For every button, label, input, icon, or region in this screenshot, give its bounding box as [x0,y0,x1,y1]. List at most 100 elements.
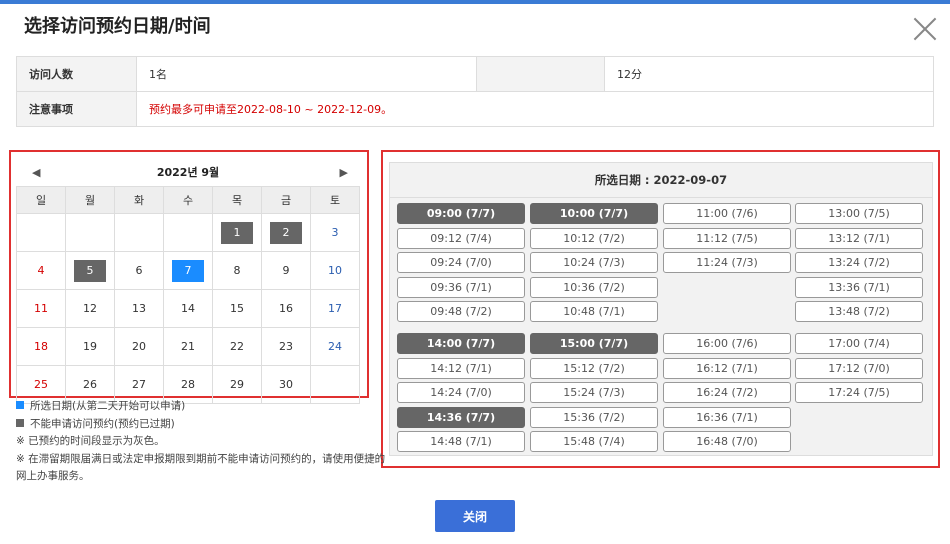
time-slot-button[interactable]: 11:24 (7/3) [663,252,791,274]
calendar-grid: 일월화수목금토 1 2 3 4 5 6 7 8 9 10 11 12 13 14 15 16 17 18 19 20 2… [16,186,360,404]
calendar-day[interactable]: 9 [261,251,311,290]
calendar-day-label: 19 [83,339,97,353]
calendar-header: ◀ 2022년 9월 ▶ [16,160,360,186]
legend-unavailable-text: 不能申请访问预约(预约已过期) [30,417,175,430]
prev-month-icon[interactable]: ◀ [32,160,40,186]
calendar-day-label: 27 [132,377,146,391]
calendar-day-label: 8 [233,263,241,277]
blue-square-icon [16,401,24,409]
calendar-day[interactable]: 12 [65,289,115,328]
calendar-day-label: 7 [172,259,204,282]
calendar-day-label: 3 [331,225,339,239]
time-slot-button[interactable]: 14:00 (7/7) [397,333,525,354]
time-slot-button[interactable]: 16:00 (7/6) [663,333,791,354]
calendar-day-label: 2 [270,221,302,244]
calendar-day[interactable]: 2 [261,213,311,252]
calendar-day-label: 22 [230,339,244,353]
legend-unavailable: 不能申请访问预约(预约已过期) [16,416,386,434]
calendar-empty-cell [163,213,213,252]
dialog-title: 选择访问预约日期/时间 [24,16,211,37]
time-slot-button[interactable]: 14:48 (7/1) [397,431,525,453]
time-slot-button[interactable]: 16:48 (7/0) [663,431,791,453]
calendar-day[interactable]: 22 [212,327,262,366]
time-slot-button[interactable]: 11:00 (7/6) [663,203,791,224]
weekday-header: 월 [65,186,115,214]
calendar-day[interactable]: 7 [163,251,213,290]
calendar-day-label: 9 [282,263,290,277]
time-slot-button[interactable]: 15:24 (7/3) [530,382,658,404]
calendar-day[interactable]: 24 [310,327,360,366]
calendar-day[interactable]: 11 [16,289,66,328]
calendar-day[interactable]: 3 [310,213,360,252]
time-slot-button[interactable]: 09:24 (7/0) [397,252,525,274]
calendar-day-label: 1 [221,221,253,244]
time-slot-button[interactable]: 17:12 (7/0) [795,357,923,379]
calendar-day-label: 11 [34,301,48,315]
time-slot-button[interactable]: 14:12 (7/1) [397,357,525,379]
time-slot-button[interactable]: 10:12 (7/2) [530,227,658,249]
calendar-day-label: 20 [132,339,146,353]
calendar-day[interactable]: 16 [261,289,311,328]
calendar-day[interactable]: 15 [212,289,262,328]
time-slot-button[interactable]: 11:12 (7/5) [663,227,791,249]
time-slot-button[interactable]: 13:12 (7/1) [795,227,923,249]
visitors-label: 访问人数 [16,56,137,92]
calendar-day[interactable]: 18 [16,327,66,366]
time-slot-button[interactable]: 13:48 (7/2) [795,301,923,323]
close-button[interactable]: 关闭 [435,500,515,532]
month-title: 2022년 9월 [156,166,220,179]
time-slot-button[interactable]: 10:00 (7/7) [530,203,658,224]
time-slot-button[interactable]: 09:36 (7/1) [397,276,525,298]
close-icon[interactable] [912,16,938,42]
calendar-day[interactable]: 10 [310,251,360,290]
calendar-day-label: 15 [230,301,244,315]
calendar: ◀ 2022년 9월 ▶ 일월화수목금토 1 2 3 4 5 6 7 8 9 10 11 12 13 14… [16,160,360,404]
time-slot-button[interactable]: 15:12 (7/2) [530,357,658,379]
calendar-day[interactable]: 19 [65,327,115,366]
time-slot-button[interactable]: 13:24 (7/2) [795,252,923,274]
notes-label: 注意事项 [16,91,137,127]
calendar-day-label: 26 [83,377,97,391]
calendar-day[interactable]: 5 [65,251,115,290]
time-slot-button[interactable]: 13:00 (7/5) [795,203,923,224]
calendar-day[interactable]: 20 [114,327,164,366]
time-slot-button[interactable]: 10:24 (7/3) [530,252,658,274]
time-slot-button[interactable]: 14:36 (7/7) [397,406,525,428]
calendar-day[interactable]: 1 [212,213,262,252]
time-slot-button[interactable]: 10:48 (7/1) [530,301,658,323]
calendar-day[interactable]: 4 [16,251,66,290]
calendar-day[interactable]: 17 [310,289,360,328]
calendar-day-label: 21 [181,339,195,353]
calendar-day-label: 6 [135,263,143,277]
weekday-header: 토 [310,186,360,214]
calendar-day[interactable]: 8 [212,251,262,290]
duration-value: 12分 [604,56,934,92]
time-slot-panel: 所选日期 : 2022-09-07 09:00 (7/7) 09:12 (7/4)… [389,162,933,456]
time-slot-button[interactable]: 10:36 (7/2) [530,276,658,298]
calendar-day[interactable]: 13 [114,289,164,328]
time-slot-button[interactable]: 15:00 (7/7) [530,333,658,354]
time-slot-button[interactable]: 15:36 (7/2) [530,406,658,428]
calendar-day[interactable]: 6 [114,251,164,290]
time-slot-button[interactable]: 15:48 (7/4) [530,431,658,453]
calendar-empty-cell [114,213,164,252]
time-slot-button[interactable]: 14:24 (7/0) [397,382,525,404]
time-slot-button[interactable]: 17:00 (7/4) [795,333,923,354]
time-slot-button[interactable]: 16:24 (7/2) [663,382,791,404]
time-slot-button[interactable]: 17:24 (7/5) [795,382,923,404]
time-slot-button[interactable]: 13:36 (7/1) [795,276,923,298]
time-slot-button[interactable]: 09:00 (7/7) [397,203,525,224]
time-slot-button[interactable]: 09:12 (7/4) [397,227,525,249]
calendar-day[interactable]: 23 [261,327,311,366]
legend-note-1: ※ 已预约的时间段显示为灰色。 [16,435,165,447]
time-slot-button[interactable]: 16:36 (7/1) [663,406,791,428]
calendar-day[interactable]: 21 [163,327,213,366]
next-month-icon[interactable]: ▶ [340,160,348,186]
info-blank-cell [476,56,605,92]
legend-note-2: ※ 在滞留期限届满日或法定申报期限到期前不能申请访问预约的，请使用便捷的网上办事… [16,452,386,483]
time-slot-button[interactable]: 09:48 (7/2) [397,301,525,323]
calendar-day-label: 23 [279,339,293,353]
legend-selected-text: 所选日期(从第二天开始可以申请) [30,400,186,412]
time-slot-button[interactable]: 16:12 (7/1) [663,357,791,379]
calendar-day[interactable]: 14 [163,289,213,328]
